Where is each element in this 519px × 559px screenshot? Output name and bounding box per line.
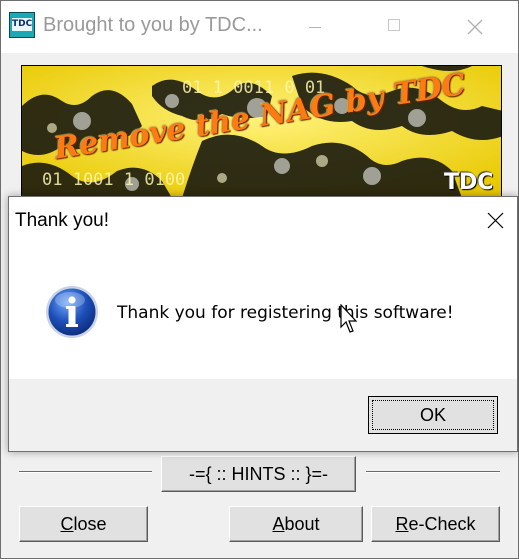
- separator-right: [366, 471, 500, 473]
- banner-logo: TDC: [444, 170, 494, 195]
- close-icon: [467, 19, 483, 35]
- minimize-button[interactable]: [287, 1, 343, 53]
- banner-image: 01 1 0011 0 01 Remove the NAG by TDC 01 …: [21, 65, 502, 197]
- about-button[interactable]: About: [229, 506, 363, 542]
- window-title: Brought to you by TDC...: [43, 14, 263, 36]
- recheck-button-label: e-Check: [408, 513, 476, 534]
- ok-button[interactable]: OK: [368, 396, 498, 434]
- recheck-button[interactable]: Re-Check: [371, 506, 500, 542]
- info-icon: [46, 286, 98, 338]
- hints-button[interactable]: -={ :: HINTS :: }=-: [161, 456, 356, 492]
- mouse-cursor-icon: [340, 304, 358, 333]
- close-button-mnemonic: C: [60, 513, 74, 534]
- title-bar[interactable]: TDC Brought to you by TDC...: [1, 1, 518, 53]
- dialog-message: Thank you for registering this software!: [117, 303, 454, 323]
- app-icon[interactable]: TDC: [9, 12, 35, 38]
- about-button-label: bout: [284, 513, 320, 534]
- dialog-title: Thank you!: [15, 210, 109, 231]
- dialog-close-button[interactable]: [479, 204, 511, 236]
- message-dialog: Thank you! Thank you for registering thi…: [8, 196, 518, 452]
- close-button[interactable]: Close: [19, 506, 148, 542]
- about-button-mnemonic: A: [272, 513, 285, 534]
- close-icon: [487, 212, 504, 229]
- maximize-button[interactable]: [366, 1, 422, 53]
- recheck-button-mnemonic: R: [395, 513, 409, 534]
- app-icon-text: TDC: [12, 18, 33, 31]
- separator-left: [19, 471, 152, 473]
- dialog-content-area: Thank you! Thank you for registering thi…: [9, 197, 517, 379]
- banner-binary-bottom: 01 1001 1 0100: [42, 170, 186, 190]
- close-button-label: lose: [73, 513, 107, 534]
- window-close-button[interactable]: [447, 1, 503, 53]
